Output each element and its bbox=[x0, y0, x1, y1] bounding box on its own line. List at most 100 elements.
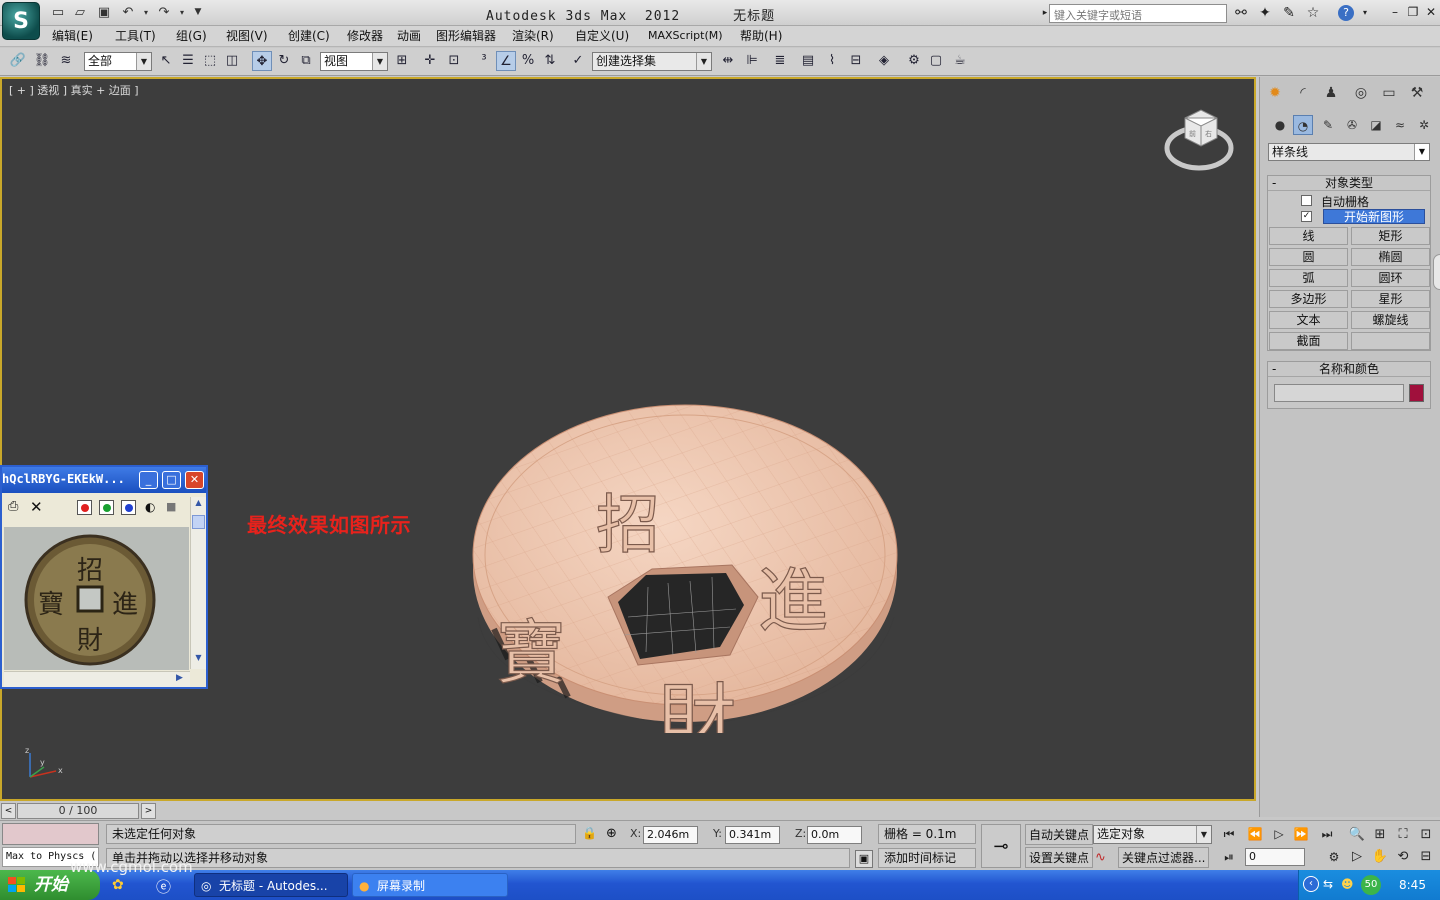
next-frame-key-icon[interactable]: ⏩ bbox=[1291, 824, 1311, 844]
graphite-tools-icon[interactable]: ▤ bbox=[798, 51, 818, 71]
space-warps-icon[interactable]: ≈ bbox=[1390, 115, 1410, 135]
zoom-all-icon[interactable]: ⊞ bbox=[1369, 825, 1391, 845]
select-and-rotate-icon[interactable]: ↻ bbox=[274, 51, 294, 71]
save-file-icon[interactable]: ▣ bbox=[96, 5, 112, 20]
image-viewer-window[interactable]: hQclRBYG-EKEkW... _ □ ✕ ⎙ ✕ ◐ ■ 招 進 財 寶 … bbox=[0, 465, 208, 689]
goto-start-icon[interactable]: ⏮ bbox=[1219, 824, 1239, 844]
open-file-icon[interactable]: ▱ bbox=[72, 5, 88, 20]
select-and-link-icon[interactable]: 🔗 bbox=[8, 51, 28, 71]
scroll-up-icon[interactable]: ▲ bbox=[192, 498, 205, 511]
favorites-star-icon[interactable]: ☆ bbox=[1304, 4, 1322, 22]
systems-icon[interactable]: ✲ bbox=[1414, 115, 1434, 135]
help-dropdown-icon[interactable]: ▾ bbox=[1356, 4, 1374, 22]
donut-button[interactable]: 圆环 bbox=[1351, 269, 1430, 287]
menu-modifiers[interactable]: 修改器 bbox=[347, 27, 383, 45]
next-frame-icon[interactable]: > bbox=[141, 803, 156, 819]
zoom-extents-icon[interactable]: ⛶ bbox=[1392, 825, 1414, 845]
scroll-down-icon[interactable]: ▼ bbox=[192, 653, 205, 666]
time-configuration-icon[interactable]: ⚙ bbox=[1324, 847, 1344, 867]
helpers-icon[interactable]: ◪ bbox=[1366, 115, 1386, 135]
select-and-manipulate-icon[interactable]: ✛ bbox=[420, 51, 440, 71]
maximize-viewport-icon[interactable]: ⊟ bbox=[1415, 847, 1437, 867]
communication-center-icon[interactable]: ✎ bbox=[1280, 4, 1298, 22]
print-icon[interactable]: ⎙ bbox=[8, 499, 18, 514]
curve-editor-icon[interactable]: ⌇ bbox=[822, 51, 842, 71]
undo-dropdown-icon[interactable]: ▾ bbox=[138, 5, 154, 20]
pivot-center-icon[interactable]: ⊞ bbox=[392, 51, 412, 71]
percent-snap-icon[interactable]: % bbox=[518, 51, 538, 71]
time-slider[interactable]: 0 / 100 bbox=[17, 803, 139, 819]
tray-app-icon[interactable]: ☻ bbox=[1341, 877, 1354, 891]
help-icon[interactable]: ? bbox=[1338, 5, 1354, 21]
previous-frame-icon[interactable]: ⏪ bbox=[1245, 824, 1265, 844]
subscription-icon[interactable]: ✦ bbox=[1256, 4, 1274, 22]
set-key-button[interactable]: 设置关键点 bbox=[1025, 847, 1094, 868]
close-icon[interactable]: ✕ bbox=[1424, 4, 1438, 20]
field-of-view-icon[interactable]: ▷ bbox=[1346, 847, 1368, 867]
tray-badge[interactable]: 50 bbox=[1361, 875, 1381, 895]
redo-icon[interactable]: ↷ bbox=[156, 5, 172, 20]
text-button[interactable]: 文本 bbox=[1269, 311, 1348, 329]
taskbar-item-3dsmax[interactable]: ◎ 无标题 - Autodes... bbox=[194, 873, 348, 897]
clear-icon[interactable]: ✕ bbox=[30, 498, 43, 516]
angle-snap-icon[interactable]: ∠ bbox=[496, 51, 516, 71]
material-editor-icon[interactable]: ◈ bbox=[874, 51, 894, 71]
blue-channel-button[interactable] bbox=[121, 500, 136, 515]
clock[interactable]: 8:45 bbox=[1399, 878, 1426, 892]
ngon-button[interactable]: 多边形 bbox=[1269, 290, 1348, 308]
spinner-snap-icon[interactable]: ⇅ bbox=[540, 51, 560, 71]
start-new-shape-button[interactable]: 开始新图形 bbox=[1323, 209, 1425, 224]
prev-frame-icon[interactable]: < bbox=[1, 803, 16, 819]
key-curve-icon[interactable]: ∿ bbox=[1095, 850, 1106, 865]
object-name-input[interactable] bbox=[1274, 384, 1404, 402]
select-and-move-icon[interactable]: ✥ bbox=[252, 51, 272, 71]
named-selection-dropdown[interactable]: 创建选择集 ▼ bbox=[592, 52, 712, 71]
reference-coordinate-dropdown[interactable]: 视图 ▼ bbox=[320, 52, 388, 71]
modify-tab-icon[interactable]: ◜ bbox=[1292, 82, 1314, 104]
display-tab-icon[interactable]: ▭ bbox=[1378, 82, 1400, 104]
selection-filter-dropdown[interactable]: 全部 ▼ bbox=[84, 52, 152, 71]
viewport-label[interactable]: [ + ] 透视 ] 真实 + 边面 ] bbox=[9, 82, 139, 98]
line-button[interactable]: 线 bbox=[1269, 227, 1348, 245]
create-tab-icon[interactable]: ✹ bbox=[1264, 82, 1286, 104]
mono-icon[interactable]: ■ bbox=[166, 500, 176, 513]
circle-button[interactable]: 圆 bbox=[1269, 248, 1348, 266]
viewer-close-icon[interactable]: ✕ bbox=[185, 471, 204, 489]
schematic-view-icon[interactable]: ⊟ bbox=[846, 51, 866, 71]
alpha-channel-icon[interactable]: ◐ bbox=[145, 500, 155, 514]
taskbar-item-recorder[interactable]: ● 屏幕录制 bbox=[352, 873, 508, 897]
menu-edit[interactable]: 编辑(E) bbox=[52, 27, 93, 45]
green-channel-button[interactable] bbox=[99, 500, 114, 515]
name-and-color-header[interactable]: - 名称和颜色 bbox=[1268, 362, 1430, 377]
ellipse-button[interactable]: 椭圆 bbox=[1351, 248, 1430, 266]
render-production-icon[interactable]: ☕ bbox=[950, 51, 970, 71]
binoculars-icon[interactable]: ⚯ bbox=[1232, 4, 1250, 22]
tray-expand-icon[interactable]: ‹ bbox=[1303, 876, 1319, 892]
object-type-header[interactable]: - 对象类型 bbox=[1268, 176, 1430, 191]
zoom-extents-all-icon[interactable]: ⊡ bbox=[1415, 825, 1437, 845]
auto-key-button[interactable]: 自动关键点 bbox=[1025, 824, 1094, 845]
viewcube[interactable]: 前 右 bbox=[1163, 108, 1239, 178]
star-button[interactable]: 星形 bbox=[1351, 290, 1430, 308]
menu-maxscript[interactable]: MAXScript(M) bbox=[648, 27, 723, 45]
coin-model[interactable]: 招 進 財 寶 bbox=[468, 397, 902, 733]
selection-lock-icon[interactable]: 🔒 bbox=[582, 826, 597, 840]
viewer-maximize-icon[interactable]: □ bbox=[162, 471, 181, 489]
rectangle-button[interactable]: 矩形 bbox=[1351, 227, 1430, 245]
scroll-right-icon[interactable]: ▶ bbox=[176, 673, 183, 683]
align-icon[interactable]: ⊫ bbox=[742, 51, 762, 71]
shapes-icon[interactable]: ◔ bbox=[1293, 115, 1313, 135]
autogrid-checkbox[interactable] bbox=[1301, 195, 1312, 206]
goto-end-icon[interactable]: ⏭ bbox=[1317, 824, 1337, 844]
scroll-thumb[interactable] bbox=[192, 515, 205, 529]
search-input[interactable]: 键入关键字或短语 bbox=[1049, 4, 1227, 23]
add-time-tag[interactable]: 添加时间标记 bbox=[878, 848, 976, 868]
select-object-icon[interactable]: ↖ bbox=[156, 51, 176, 71]
menu-group[interactable]: 组(G) bbox=[176, 27, 207, 45]
object-category-dropdown[interactable]: 样条线 ▼ bbox=[1268, 143, 1430, 161]
menu-help[interactable]: 帮助(H) bbox=[740, 27, 782, 45]
key-mode-toggle-icon[interactable]: ⏯ bbox=[1219, 847, 1239, 867]
utilities-tab-icon[interactable]: ⚒ bbox=[1406, 82, 1428, 104]
z-coordinate-input[interactable]: 0.0m bbox=[807, 826, 862, 844]
x-coordinate-input[interactable]: 2.046m bbox=[643, 826, 698, 844]
